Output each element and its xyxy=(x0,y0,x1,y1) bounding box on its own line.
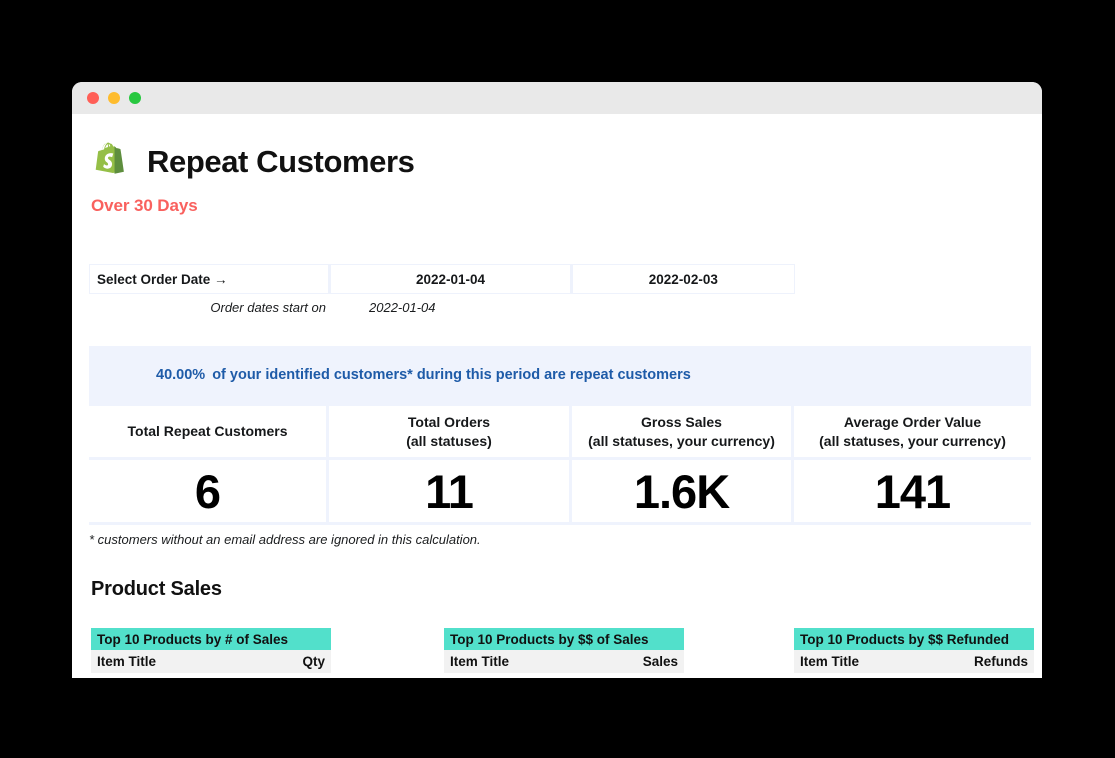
maximize-window-icon[interactable] xyxy=(129,92,141,104)
stat-header-subline: (all statuses, your currency) xyxy=(819,432,1006,449)
screenshot-root: Repeat Customers Over 30 Days Select Ord… xyxy=(0,0,1115,758)
cell-item-title: Boho Earrings xyxy=(450,677,536,678)
column-header-item-title: Item Title xyxy=(450,654,510,669)
stat-value-total-orders: 11 xyxy=(329,460,572,525)
table-header-row: Item Title Sales xyxy=(444,650,684,673)
table-title: Top 10 Products by # of Sales xyxy=(91,628,331,650)
close-window-icon[interactable] xyxy=(87,92,99,104)
select-order-date-label: Select Order Date → xyxy=(90,265,332,293)
column-header-item-title: Item Title xyxy=(800,654,860,669)
stat-header-line: Average Order Value xyxy=(843,413,982,430)
page-header: Repeat Customers xyxy=(72,114,1042,184)
stats-header-row: Total Repeat Customers Total Orders (all… xyxy=(89,403,1031,460)
table-row: Boho Earrings 1 xyxy=(91,673,331,678)
start-date-input[interactable]: 2022-01-04 xyxy=(331,265,573,293)
stat-header-line: Total Orders xyxy=(407,413,491,430)
browser-window: Repeat Customers Over 30 Days Select Ord… xyxy=(72,82,1042,678)
order-dates-note: Order dates start on 2022-01-04 xyxy=(89,300,1042,315)
stat-header-gross-sales: Gross Sales (all statuses, your currency… xyxy=(572,403,794,460)
cell-item-title: Boho Earrings xyxy=(800,677,886,678)
stat-header-line: Total Repeat Customers xyxy=(127,423,288,440)
stat-header-subline: (all statuses, your currency) xyxy=(588,432,775,449)
column-header-item-title: Item Title xyxy=(97,654,157,669)
report-page: Repeat Customers Over 30 Days Select Ord… xyxy=(72,114,1042,678)
product-sales-tables: Top 10 Products by # of Sales Item Title… xyxy=(91,628,1042,678)
stat-header-subline: (all statuses) xyxy=(406,432,492,449)
table-header-row: Item Title Qty xyxy=(91,650,331,673)
cell-value: 28 xyxy=(663,677,678,678)
column-header-value: Refunds xyxy=(974,654,1028,669)
page-subtitle: Over 30 Days xyxy=(91,196,198,215)
stat-value-gross-sales: 1.6K xyxy=(572,460,794,525)
window-titlebar xyxy=(72,82,1042,114)
product-sales-title: Product Sales xyxy=(91,578,222,600)
order-dates-note-value: 2022-01-04 xyxy=(369,300,436,315)
repeat-percent-value: 40.00% xyxy=(156,366,206,383)
shopify-bag-icon xyxy=(91,138,133,184)
table-header-row: Item Title Refunds xyxy=(794,650,1034,673)
end-date-input[interactable]: 2022-02-03 xyxy=(573,265,794,293)
stats-footnote: * customers without an email address are… xyxy=(89,532,481,547)
stat-header-line: Gross Sales xyxy=(641,413,722,430)
repeat-percent-text: of your identified customers* during thi… xyxy=(212,366,691,383)
table-title: Top 10 Products by $$ Refunded xyxy=(794,628,1034,650)
table-row: Boho Earrings 27.99 xyxy=(794,673,1034,678)
table-top-products-by-qty: Top 10 Products by # of Sales Item Title… xyxy=(91,628,331,678)
stats-value-row: 6 11 1.6K 141 xyxy=(89,460,1031,525)
cell-value: 1 xyxy=(317,677,325,678)
table-top-products-by-sales: Top 10 Products by $$ of Sales Item Titl… xyxy=(444,628,684,678)
page-title: Repeat Customers xyxy=(147,143,415,179)
table-row: Boho Earrings 28 xyxy=(444,673,684,678)
table-title: Top 10 Products by $$ of Sales xyxy=(444,628,684,650)
stat-header-total-repeat-customers: Total Repeat Customers xyxy=(89,403,329,460)
stats-block: 40.00% of your identified customers* dur… xyxy=(89,346,1031,525)
stat-value-total-repeat-customers: 6 xyxy=(89,460,329,525)
cell-value: 27.99 xyxy=(994,677,1028,678)
repeat-customer-banner: 40.00% of your identified customers* dur… xyxy=(89,346,1031,403)
table-top-products-by-refunds: Top 10 Products by $$ Refunded Item Titl… xyxy=(794,628,1034,678)
order-dates-note-label: Order dates start on xyxy=(210,300,326,315)
column-header-value: Qty xyxy=(302,654,325,669)
minimize-window-icon[interactable] xyxy=(108,92,120,104)
stat-header-average-order-value: Average Order Value (all statuses, your … xyxy=(794,403,1031,460)
stat-value-average-order-value: 141 xyxy=(794,460,1031,525)
cell-item-title: Boho Earrings xyxy=(97,677,183,678)
column-header-value: Sales xyxy=(642,654,678,669)
stat-header-total-orders: Total Orders (all statuses) xyxy=(329,403,572,460)
date-selector-row[interactable]: Select Order Date → 2022-01-04 2022-02-0… xyxy=(89,264,795,294)
